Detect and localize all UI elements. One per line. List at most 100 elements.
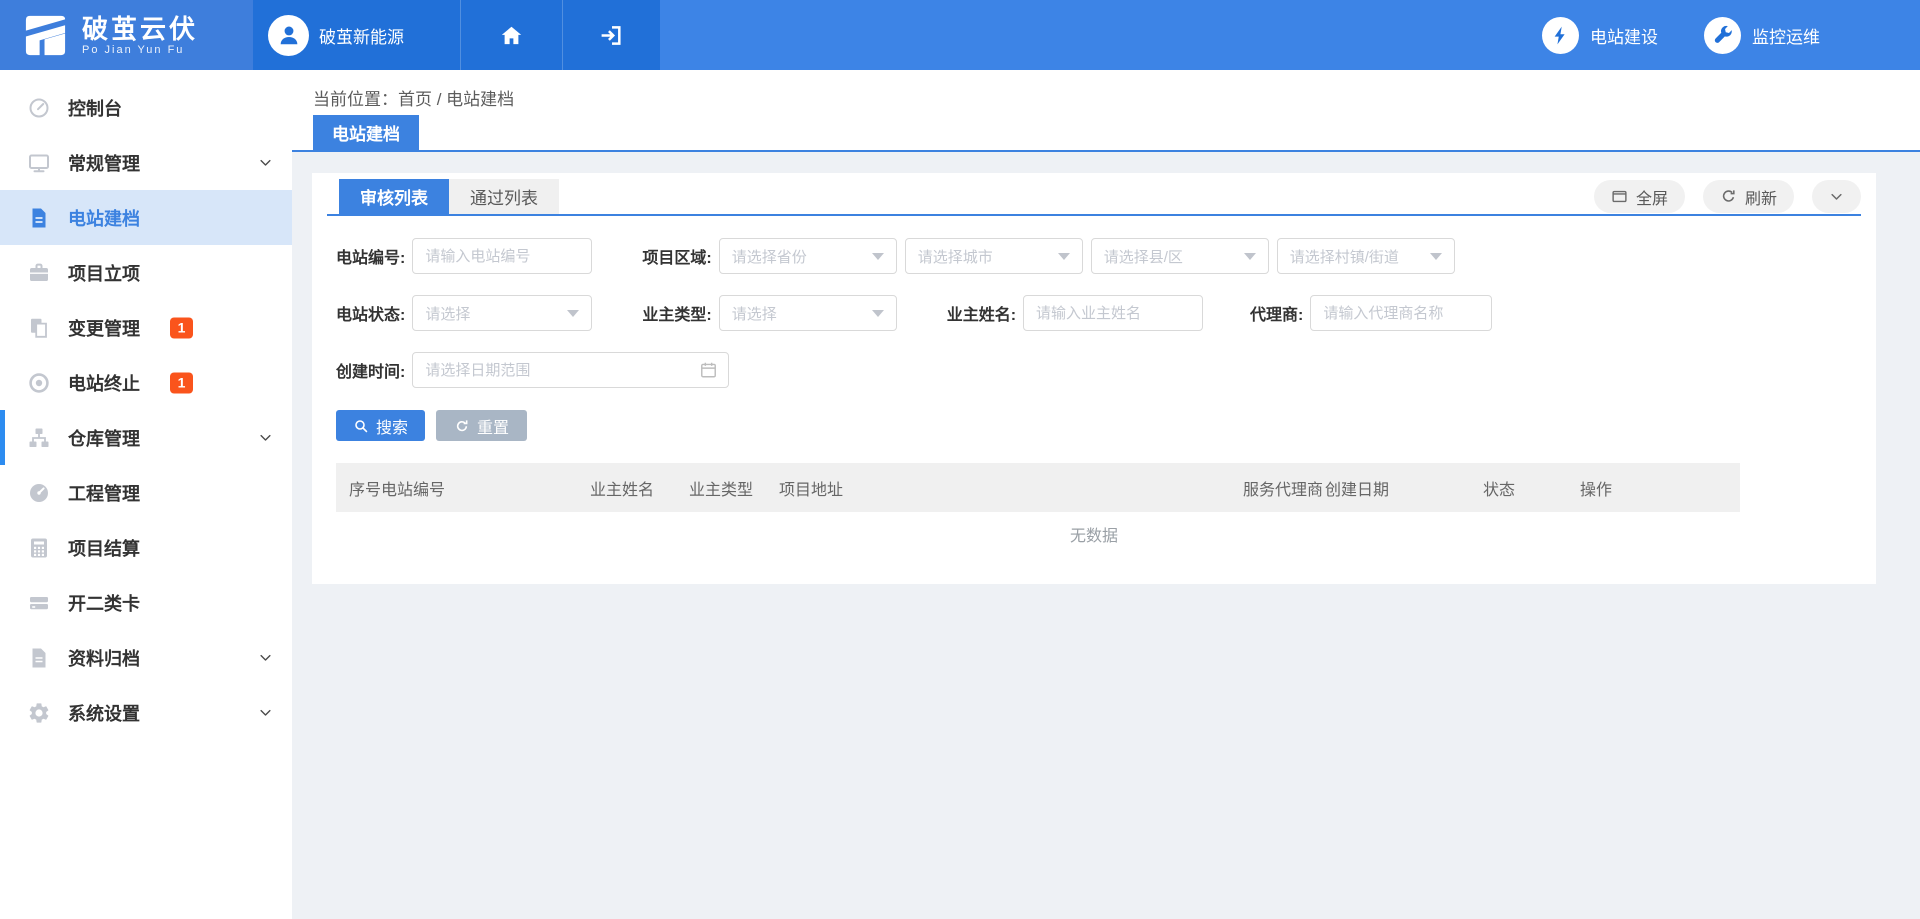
sidebar-item-engineering-mgmt[interactable]: 工程管理 <box>0 465 292 520</box>
user-menu[interactable]: 破茧新能源 <box>253 0 460 70</box>
sidebar-item-label: 项目结算 <box>68 535 140 561</box>
select-caret-icon <box>1244 253 1256 260</box>
sidebar-item-label: 资料归档 <box>68 645 140 671</box>
home-icon <box>499 23 524 48</box>
calculator-icon <box>27 536 51 560</box>
reset-button[interactable]: 重置 <box>436 410 527 441</box>
filter-row-2: 电站状态: 请选择 业主类型: 请选择 业主姓名: 代理商: <box>336 295 1852 331</box>
breadcrumb-label: 当前位置： <box>313 90 398 109</box>
sidebar-item-label: 开二类卡 <box>68 590 140 616</box>
county-select[interactable]: 请选择县/区 <box>1091 238 1269 274</box>
status-select[interactable]: 请选择 <box>412 295 592 331</box>
town-placeholder: 请选择村镇/街道 <box>1290 246 1399 267</box>
sidebar-item-label: 仓库管理 <box>68 425 140 451</box>
sidebar-item-label: 电站建档 <box>68 205 140 231</box>
reset-icon <box>454 418 470 434</box>
sidebar-item-station-termination[interactable]: 电站终止 1 <box>0 355 292 410</box>
nav-station-construction[interactable]: 电站建设 <box>1542 17 1658 54</box>
town-select[interactable]: 请选择村镇/街道 <box>1277 238 1455 274</box>
dashboard-icon <box>27 96 51 120</box>
city-placeholder: 请选择城市 <box>918 246 993 267</box>
column-header-status: 状态 <box>1483 476 1580 500</box>
app-header: 破茧云伏 Po Jian Yun Fu 破茧新能源 电站建设 监控运维 <box>0 0 1920 70</box>
panel-toolbar: 全屏 刷新 <box>1594 180 1861 213</box>
home-button[interactable] <box>460 0 562 70</box>
results-table: 序号 电站编号 业主姓名 业主类型 项目地址 服务代理商 创建日期 状态 操作 … <box>336 463 1852 555</box>
column-header-agent: 服务代理商 <box>1243 476 1325 500</box>
nav-label: 监控运维 <box>1752 23 1820 48</box>
sidebar-item-console[interactable]: 控制台 <box>0 80 292 135</box>
refresh-icon <box>1720 188 1737 205</box>
sidebar-item-system-settings[interactable]: 系统设置 <box>0 685 292 740</box>
sidebar-item-change-mgmt[interactable]: 变更管理 1 <box>0 300 292 355</box>
main-content: 当前位置：首页 / 电站建档 电站建档 审核列表 通过列表 全屏 刷新 <box>292 70 1920 919</box>
region-label: 项目区域: <box>642 244 711 268</box>
search-label: 搜索 <box>376 414 408 438</box>
tab-passed-list[interactable]: 通过列表 <box>449 179 559 214</box>
refresh-button[interactable]: 刷新 <box>1703 180 1794 213</box>
lightning-icon <box>1542 17 1579 54</box>
collapse-button[interactable] <box>1812 180 1861 213</box>
refresh-label: 刷新 <box>1745 185 1777 209</box>
gear-icon <box>27 701 51 725</box>
header-right-nav: 电站建设 监控运维 <box>660 0 1920 70</box>
sidebar-item-project-settlement[interactable]: 项目结算 <box>0 520 292 575</box>
city-select[interactable]: 请选择城市 <box>905 238 1083 274</box>
chevron-down-icon <box>258 430 273 445</box>
target-icon <box>27 371 51 395</box>
owner-type-select[interactable]: 请选择 <box>719 295 897 331</box>
breadcrumb: 当前位置：首页 / 电站建档 <box>292 70 1920 110</box>
empty-state: 无数据 <box>336 512 1852 555</box>
column-header-seq: 序号 <box>336 476 381 500</box>
fullscreen-label: 全屏 <box>1636 185 1668 209</box>
select-caret-icon <box>1430 253 1442 260</box>
date-range-input[interactable] <box>412 352 729 388</box>
chevron-down-icon <box>258 155 273 170</box>
fullscreen-button[interactable]: 全屏 <box>1594 180 1685 213</box>
sidebar-item-general-mgmt[interactable]: 常规管理 <box>0 135 292 190</box>
agent-input[interactable] <box>1310 295 1492 331</box>
content-panel: 审核列表 通过列表 全屏 刷新 <box>312 173 1876 584</box>
sidebar-item-data-archive[interactable]: 资料归档 <box>0 630 292 685</box>
province-placeholder: 请选择省份 <box>732 246 807 267</box>
nav-monitoring[interactable]: 监控运维 <box>1704 17 1820 54</box>
archive-icon <box>27 646 51 670</box>
chevron-down-icon <box>258 650 273 665</box>
chevron-down-icon <box>258 705 273 720</box>
select-caret-icon <box>567 310 579 317</box>
nav-label: 电站建设 <box>1590 23 1658 48</box>
page-tab-station-filing[interactable]: 电站建档 <box>313 115 419 150</box>
sidebar-item-label: 项目立项 <box>68 260 140 286</box>
notification-badge: 1 <box>170 317 193 338</box>
select-caret-icon <box>872 310 884 317</box>
sidebar-item-label: 变更管理 <box>68 315 140 341</box>
column-header-address: 项目地址 <box>779 476 1243 500</box>
column-header-owner-type: 业主类型 <box>689 476 779 500</box>
sidebar-item-warehouse-mgmt[interactable]: 仓库管理 <box>0 410 292 465</box>
sidebar-item-project-initiation[interactable]: 项目立项 <box>0 245 292 300</box>
status-placeholder: 请选择 <box>425 303 470 324</box>
province-select[interactable]: 请选择省份 <box>719 238 897 274</box>
sidebar-item-open-card[interactable]: 开二类卡 <box>0 575 292 630</box>
tab-review-list[interactable]: 审核列表 <box>339 179 449 214</box>
date-range-field <box>412 352 729 388</box>
logout-button[interactable] <box>562 0 660 70</box>
sidebar: 控制台 常规管理 电站建档 项目立项 变更管理 1 电站终止 1 <box>0 70 292 919</box>
owner-name-input[interactable] <box>1023 295 1203 331</box>
briefcase-icon <box>27 261 51 285</box>
search-button[interactable]: 搜索 <box>336 410 425 441</box>
logo-icon <box>22 12 69 59</box>
card-icon <box>27 591 51 615</box>
status-label: 电站状态: <box>336 301 405 325</box>
enter-icon <box>599 23 624 48</box>
station-no-input[interactable] <box>412 238 592 274</box>
document-icon <box>27 206 51 230</box>
gauge-icon <box>27 481 51 505</box>
county-placeholder: 请选择县/区 <box>1104 246 1183 267</box>
copy-icon <box>27 316 51 340</box>
company-name: 破茧新能源 <box>319 23 404 48</box>
breadcrumb-path[interactable]: 首页 / 电站建档 <box>398 90 514 109</box>
sidebar-item-station-filing[interactable]: 电站建档 <box>0 190 292 245</box>
calendar-icon <box>699 361 718 380</box>
column-header-owner-name: 业主姓名 <box>590 476 689 500</box>
